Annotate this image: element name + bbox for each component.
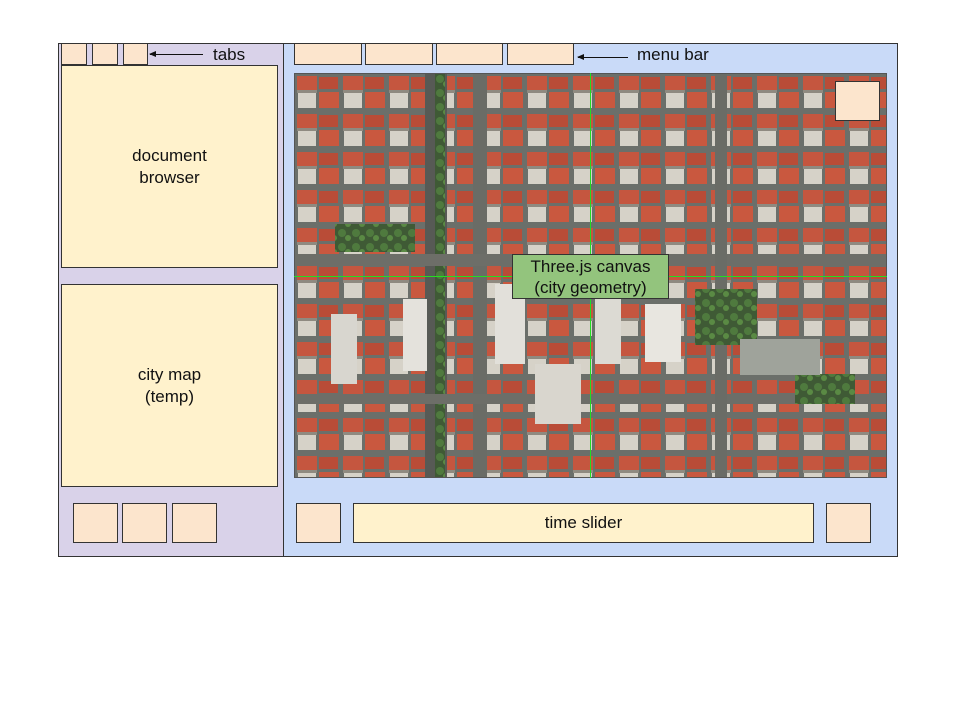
canvas-corner-button[interactable]	[835, 81, 880, 121]
play-button[interactable]	[296, 503, 341, 543]
tabs-arrow	[149, 51, 203, 57]
tab-3[interactable]	[123, 43, 148, 65]
left-tool-button-3[interactable]	[172, 503, 217, 543]
time-slider-end-button[interactable]	[826, 503, 871, 543]
wireframe-diagram: tabs menu bar document browser city map …	[0, 0, 960, 720]
tab-2[interactable]	[92, 43, 118, 65]
time-slider[interactable]: time slider	[353, 503, 814, 543]
menu-bar-label: menu bar	[637, 45, 709, 64]
canvas-label: Three.js canvas (city geometry)	[512, 254, 669, 299]
left-tool-button-2[interactable]	[122, 503, 167, 543]
document-browser[interactable]: document browser	[61, 65, 278, 268]
tab-1[interactable]	[61, 43, 87, 65]
left-tool-button-1[interactable]	[73, 503, 118, 543]
menu-item-3[interactable]	[436, 43, 503, 65]
menu-item-1[interactable]	[294, 43, 362, 65]
menu-item-4[interactable]	[507, 43, 574, 65]
menu-bar-arrow	[577, 54, 628, 60]
city-map[interactable]: city map (temp)	[61, 284, 278, 487]
tabs-label: tabs	[213, 45, 246, 64]
menu-item-2[interactable]	[365, 43, 433, 65]
